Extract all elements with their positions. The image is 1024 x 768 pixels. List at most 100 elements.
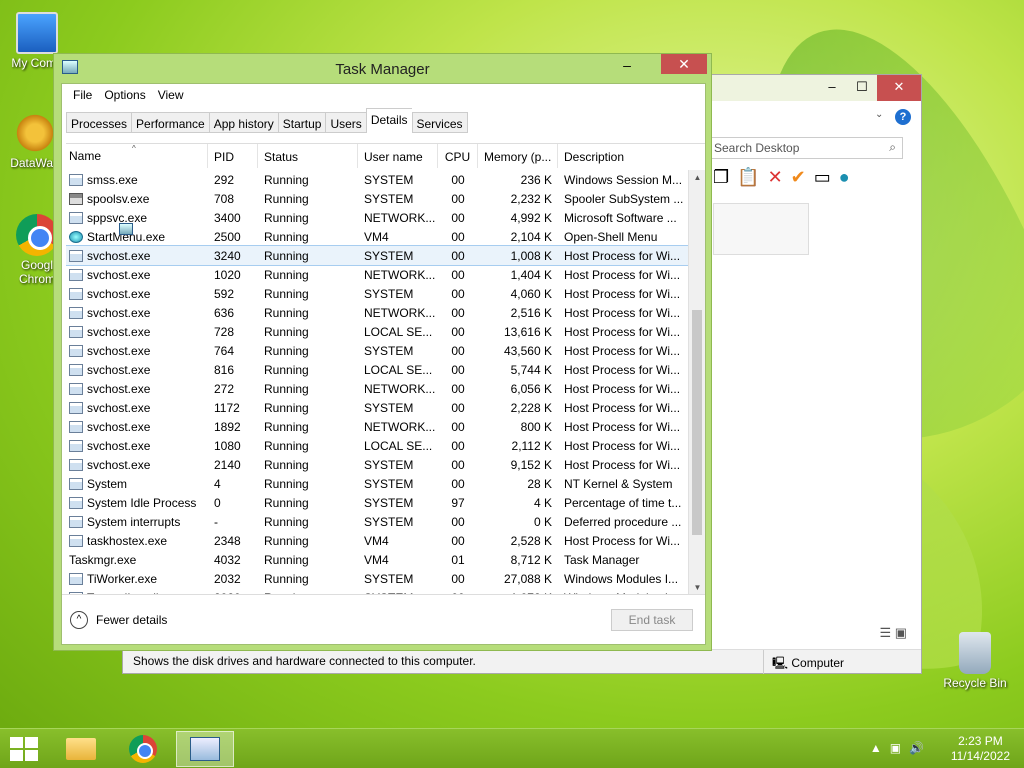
clock-date: 11/14/2022 <box>950 749 1010 763</box>
computer-icon: 🖳 <box>772 656 789 670</box>
close-button[interactable]: ✕ <box>661 54 707 74</box>
sort-ascending-icon: ^ <box>132 144 136 153</box>
end-task-button[interactable]: End task <box>611 609 693 631</box>
cell-user: LOCAL SE... <box>364 438 433 453</box>
show-hidden-icons[interactable]: ▲ <box>870 741 882 755</box>
tab-services[interactable]: Services <box>411 112 468 133</box>
task-manager-window[interactable]: Task Manager – ✕ File Options View Proce… <box>53 53 712 651</box>
maximize-icon[interactable]: ☐ <box>847 75 877 101</box>
taskbar-explorer[interactable] <box>52 731 110 767</box>
table-row[interactable]: taskhostex.exe 2348 Running VM4 00 2,528 K Hos… <box>66 531 688 550</box>
cell-pid: 708 <box>214 191 235 206</box>
column-header-pid[interactable]: PID <box>208 144 258 168</box>
cell-mem: 1,404 K <box>510 267 552 282</box>
table-row[interactable]: svchost.exe 1172 Running SYSTEM 00 2,228 K Hos… <box>66 398 688 417</box>
table-row[interactable]: StartMenu.exe 2500 Running VM4 00 2,104 K Open… <box>66 227 688 246</box>
column-header-description[interactable]: Description <box>558 144 688 168</box>
table-row[interactable]: svchost.exe 592 Running SYSTEM 00 4,060 K Host… <box>66 284 688 303</box>
network-icon[interactable]: ▣ <box>890 741 901 755</box>
check-icon[interactable]: ✔ <box>791 167 806 188</box>
clock[interactable]: 2:23 PM 11/14/2022 <box>951 734 1010 764</box>
column-header-name[interactable]: Name ^ <box>66 144 208 168</box>
chevron-down-icon[interactable]: ⌄ <box>875 109 883 120</box>
cell-mem: 800 K <box>520 419 552 434</box>
table-row[interactable]: svchost.exe 1080 Running LOCAL SE... 00 2,112… <box>66 436 688 455</box>
table-row[interactable]: svchost.exe 1020 Running NETWORK... 00 1,404 … <box>66 265 688 284</box>
table-row[interactable]: svchost.exe 272 Running NETWORK... 00 6,056 K… <box>66 379 688 398</box>
taskbar-chrome[interactable] <box>114 731 172 767</box>
shell-icon[interactable]: ● <box>839 167 850 188</box>
process-name: svchost.exe <box>87 438 151 453</box>
table-row[interactable]: TiWorker.exe 2032 Running SYSTEM 00 27,088 K W… <box>66 569 688 588</box>
fewer-details-button[interactable]: ^ Fewer details <box>70 611 167 629</box>
table-row[interactable]: System Idle Process 0 Running SYSTEM 97 4 K Pe… <box>66 493 688 512</box>
column-header-memory[interactable]: Memory (p... <box>478 144 558 168</box>
table-row[interactable]: svchost.exe 636 Running NETWORK... 00 2,516 K… <box>66 303 688 322</box>
taskbar-task-manager[interactable] <box>176 731 234 767</box>
tab-performance[interactable]: Performance <box>131 112 209 133</box>
column-header-status[interactable]: Status <box>258 144 358 168</box>
scroll-up-icon[interactable]: ▲ <box>689 170 705 186</box>
cell-cpu: 00 <box>451 419 465 434</box>
table-row[interactable]: spoolsv.exe 708 Running SYSTEM 00 2,232 K Spoo… <box>66 189 688 208</box>
start-button[interactable] <box>10 737 38 761</box>
tab-startup[interactable]: Startup <box>277 112 326 133</box>
volume-icon[interactable]: 🔊 <box>909 741 924 755</box>
help-icon[interactable]: ? <box>895 109 911 125</box>
table-row[interactable]: sppsvc.exe 3400 Running NETWORK... 00 4,992 K… <box>66 208 688 227</box>
view-toggle-icons[interactable]: ☰ ▣ <box>879 625 907 641</box>
menu-options[interactable]: Options <box>99 85 150 105</box>
desktop-icon-recycle-bin[interactable]: Recycle Bin <box>940 632 1010 690</box>
table-row[interactable]: svchost.exe 728 Running LOCAL SE... 00 13,616… <box>66 322 688 341</box>
cell-mem: 1,008 K <box>510 248 552 263</box>
tab-processes[interactable]: Processes <box>66 112 132 133</box>
minimize-button[interactable]: – <box>614 57 640 77</box>
table-row[interactable]: svchost.exe 764 Running SYSTEM 00 43,560 K Hos… <box>66 341 688 360</box>
column-header-user-name[interactable]: User name <box>358 144 438 168</box>
tab-app-history[interactable]: App history <box>208 112 278 133</box>
cell-cpu: 01 <box>451 552 465 567</box>
paste-icon[interactable]: 📋 <box>737 167 759 188</box>
process-icon <box>69 173 83 186</box>
scrollbar-thumb[interactable] <box>692 310 702 535</box>
cell-cpu: 00 <box>451 457 465 472</box>
menu-file[interactable]: File <box>68 85 97 105</box>
cell-user: SYSTEM <box>364 172 414 187</box>
rename-icon[interactable]: ▭ <box>814 167 831 188</box>
cell-status: Running <box>264 514 309 529</box>
table-row[interactable]: svchost.exe 3240 Running SYSTEM 00 1,008 K Hos… <box>66 245 689 266</box>
table-row[interactable]: System interrupts - Running SYSTEM 00 0 K Defe… <box>66 512 688 531</box>
menu-view[interactable]: View <box>153 85 189 105</box>
explorer-item-area[interactable] <box>713 203 809 255</box>
cell-cpu: 00 <box>451 286 465 301</box>
process-icon <box>69 306 83 319</box>
table-row[interactable]: svchost.exe 1892 Running NETWORK... 00 800 K H… <box>66 417 688 436</box>
status-location-label: Computer <box>791 656 845 670</box>
close-icon[interactable]: ✕ <box>877 75 921 101</box>
table-row[interactable]: Taskmgr.exe 4032 Running VM4 01 8,712 K Task M… <box>66 223 688 569</box>
cell-cpu: 00 <box>451 438 465 453</box>
cell-pid: 1080 <box>214 438 241 453</box>
tab-details[interactable]: Details <box>365 108 412 133</box>
cell-desc: Host Process for Wi... <box>564 305 681 320</box>
delete-icon[interactable]: ✕ <box>768 167 783 188</box>
cell-pid: 1892 <box>214 419 241 434</box>
cell-pid: 816 <box>214 362 235 377</box>
table-row[interactable]: svchost.exe 816 Running LOCAL SE... 00 5,744 … <box>66 360 688 379</box>
cell-name: svchost.exe <box>66 382 208 396</box>
table-row[interactable]: System 4 Running SYSTEM 00 28 K NT Kernel & Sy… <box>66 474 688 493</box>
vertical-scrollbar[interactable]: ▲ ▼ <box>688 170 705 595</box>
search-input[interactable]: Search Desktop ⌕ <box>707 137 903 159</box>
scroll-down-icon[interactable]: ▼ <box>689 580 705 595</box>
cell-pid: 592 <box>214 286 235 301</box>
table-row[interactable]: smss.exe 292 Running SYSTEM 00 236 K Windows S… <box>66 170 688 189</box>
process-name: System Idle Process <box>87 495 197 510</box>
tab-users[interactable]: Users <box>325 112 366 133</box>
column-header-cpu[interactable]: CPU <box>438 144 478 168</box>
cell-desc: Task Manager <box>564 552 640 567</box>
table-row[interactable]: svchost.exe 2140 Running SYSTEM 00 9,152 K Hos… <box>66 455 688 474</box>
cell-desc: Host Process for Wi... <box>564 324 681 339</box>
minimize-icon[interactable]: – <box>817 75 847 101</box>
task-manager-titlebar[interactable]: Task Manager – ✕ <box>54 54 711 84</box>
copy-icon[interactable]: ❐ <box>713 167 729 188</box>
